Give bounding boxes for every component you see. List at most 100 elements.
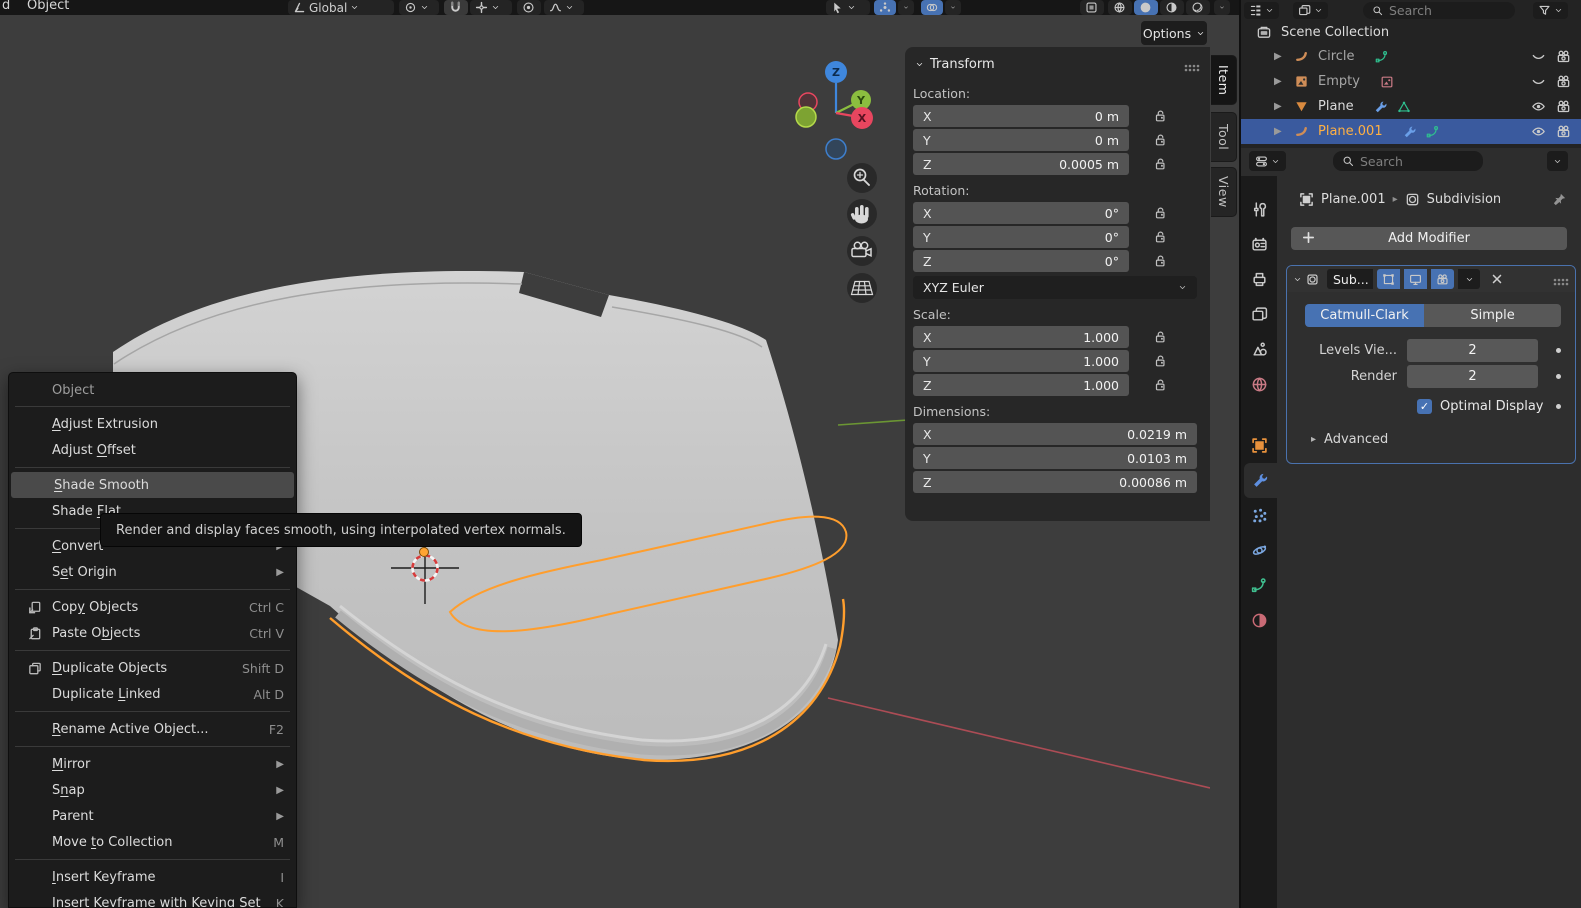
camera-icon[interactable] [1556, 74, 1571, 89]
properties-tab-object-data[interactable] [1241, 568, 1277, 603]
expand-arrow-icon[interactable]: ▶ [1274, 76, 1284, 87]
menu-item-rename-active-object[interactable]: Rename Active Object...F2 [9, 716, 296, 742]
menu-item-mirror[interactable]: Mirror▶ [9, 751, 296, 777]
navigation-gizmo[interactable]: Z Y X [796, 61, 873, 159]
lock-open-icon[interactable] [1153, 157, 1167, 171]
expand-arrow-icon[interactable]: ▶ [1274, 51, 1284, 62]
shading-dropdown[interactable] [1214, 0, 1230, 15]
scale-y-field[interactable]: Y1.000 [913, 350, 1129, 372]
filter-dropdown[interactable] [1533, 2, 1568, 19]
outliner-row-plane-001[interactable]: ▶Plane.001 [1241, 119, 1581, 144]
advanced-section-toggle[interactable]: ▸ Advanced [1297, 416, 1565, 451]
select-mode-dropdown[interactable] [826, 0, 870, 15]
menu-item-adjust-offset[interactable]: Adjust Offset [9, 437, 296, 463]
transform-orientation-dropdown[interactable]: Global [288, 0, 394, 15]
menu-item-move-to-collection[interactable]: Move to CollectionM [9, 829, 296, 855]
zoom-button[interactable] [847, 163, 877, 193]
object-name[interactable]: Plane.001 [1318, 124, 1383, 139]
show-overlays-toggle[interactable] [921, 0, 943, 15]
proportional-falloff-dropdown[interactable] [544, 0, 584, 15]
properties-tab-modifiers[interactable] [1244, 463, 1277, 498]
menu-item-paste-objects[interactable]: Paste ObjectsCtrl V [9, 620, 296, 646]
render-levels-field[interactable]: 2 [1407, 365, 1538, 388]
properties-tab-physics[interactable] [1241, 533, 1277, 568]
rotation-mode-dropdown[interactable]: XYZ Euler [913, 276, 1197, 299]
eye-open-icon[interactable] [1531, 99, 1546, 114]
animate-dot[interactable] [1556, 374, 1561, 379]
eye-closed-icon[interactable] [1531, 49, 1546, 64]
properties-tab-material[interactable] [1241, 603, 1277, 638]
pivot-point-dropdown[interactable] [399, 0, 439, 15]
menu-add-partial[interactable]: d [2, 0, 10, 13]
display-mode-dropdown[interactable] [1293, 2, 1328, 19]
camera-icon[interactable] [1556, 49, 1571, 64]
menu-item-shade-smooth[interactable]: Shade Smooth [11, 472, 294, 498]
eye-open-icon[interactable] [1531, 124, 1546, 139]
camera-icon[interactable] [1556, 99, 1571, 114]
shading-material-button[interactable] [1160, 0, 1184, 15]
lock-open-icon[interactable] [1153, 206, 1167, 220]
shading-wireframe-button[interactable] [1108, 0, 1132, 15]
breadcrumb-modifier[interactable]: Subdivision [1427, 192, 1502, 207]
menu-item-duplicate-linked[interactable]: Duplicate LinkedAlt D [9, 681, 296, 707]
shading-rendered-button[interactable] [1186, 0, 1210, 15]
snap-settings-dropdown[interactable] [470, 0, 512, 15]
properties-tab-object[interactable] [1241, 428, 1277, 463]
editor-type-dropdown[interactable] [1244, 2, 1279, 19]
properties-tab-particles[interactable] [1241, 498, 1277, 533]
properties-search[interactable] [1333, 151, 1483, 171]
properties-tab-scene[interactable] [1241, 332, 1277, 367]
properties-tab-world[interactable] [1241, 367, 1277, 402]
menu-item-parent[interactable]: Parent▶ [9, 803, 296, 829]
animate-dot[interactable] [1556, 348, 1561, 353]
overlays-dropdown[interactable] [945, 0, 961, 15]
object-name[interactable]: Circle [1318, 49, 1355, 64]
eye-closed-icon[interactable] [1531, 74, 1546, 89]
menu-item-duplicate-objects[interactable]: Duplicate ObjectsShift D [9, 655, 296, 681]
transform-panel-header[interactable]: Transform [905, 53, 1210, 80]
menu-item-insert-keyframe-with-keying-set[interactable]: Insert Keyframe with Keying SetK [9, 890, 296, 908]
menu-item-insert-keyframe[interactable]: Insert KeyframeI [9, 864, 296, 890]
properties-search-input[interactable] [1360, 154, 1460, 169]
rotation-y-field[interactable]: Y0° [913, 226, 1129, 248]
gizmo-minus-z[interactable] [826, 139, 846, 159]
scale-z-field[interactable]: Z1.000 [913, 374, 1129, 396]
expand-arrow-icon[interactable]: ▶ [1274, 101, 1284, 112]
dimensions-x-field[interactable]: X0.0219 m [913, 423, 1197, 445]
outliner-row-circle[interactable]: ▶ Circle [1241, 44, 1581, 69]
lock-open-icon[interactable] [1153, 133, 1167, 147]
outliner-row-empty[interactable]: ▶ Empty [1241, 69, 1581, 94]
rotation-x-field[interactable]: X0° [913, 202, 1129, 224]
animate-dot[interactable] [1556, 404, 1561, 409]
lock-open-icon[interactable] [1153, 330, 1167, 344]
lock-open-icon[interactable] [1153, 378, 1167, 392]
menu-object[interactable]: Object [27, 0, 69, 13]
lock-open-icon[interactable] [1153, 109, 1167, 123]
menu-item-set-origin[interactable]: Set Origin▶ [9, 559, 296, 585]
drag-grip-icon[interactable] [1553, 275, 1569, 283]
properties-options-dropdown[interactable] [1547, 151, 1568, 171]
options-dropdown[interactable]: Options [1141, 21, 1207, 45]
location-y-field[interactable]: Y0 m [913, 129, 1129, 151]
scale-x-field[interactable]: X1.000 [913, 326, 1129, 348]
render-display-toggle[interactable] [1431, 269, 1454, 289]
modifier-name-field[interactable]: Sub... [1327, 269, 1373, 289]
properties-tab-render[interactable] [1241, 227, 1277, 262]
menu-item-snap[interactable]: Snap▶ [9, 777, 296, 803]
dimensions-z-field[interactable]: Z0.00086 m [913, 471, 1197, 493]
close-icon[interactable] [1490, 272, 1504, 286]
sidebar-tab-view[interactable]: View [1211, 167, 1237, 217]
add-modifier-button[interactable]: Add Modifier [1291, 227, 1567, 250]
levels-viewport-field[interactable]: 2 [1407, 339, 1538, 362]
object-name[interactable]: Empty [1318, 74, 1360, 89]
proportional-editing-toggle[interactable] [517, 0, 541, 15]
optimal-display-checkbox[interactable]: ✓ [1417, 399, 1432, 414]
xray-toggle[interactable] [1080, 0, 1104, 15]
show-gizmo-toggle[interactable] [874, 0, 896, 15]
sidebar-tab-tool[interactable]: Tool [1211, 112, 1237, 162]
outliner-search[interactable] [1363, 2, 1515, 19]
properties-tab-tool[interactable] [1241, 192, 1277, 227]
properties-editor-type-dropdown[interactable] [1249, 151, 1286, 171]
outliner-row-plane[interactable]: ▶Plane [1241, 94, 1581, 119]
pan-hand-button[interactable] [847, 199, 877, 229]
